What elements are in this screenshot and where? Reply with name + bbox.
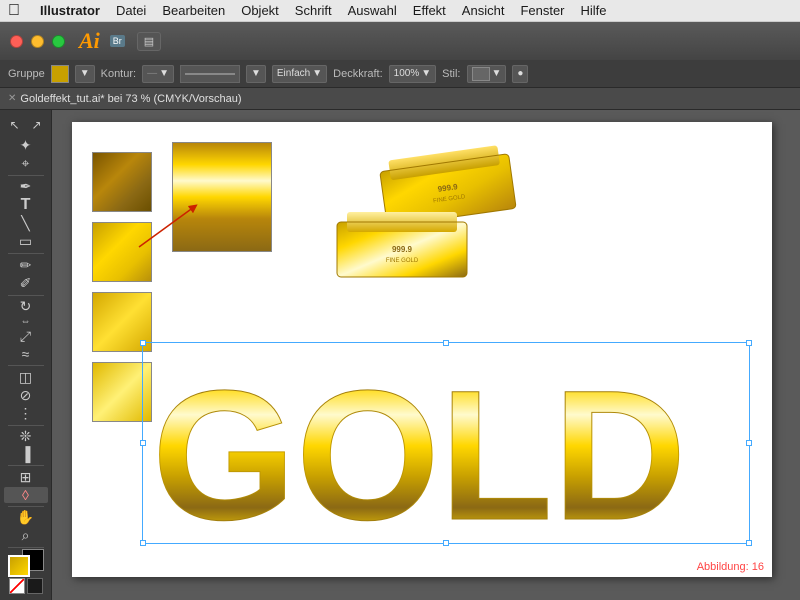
eyedropper-tool[interactable]: ⊘ [4, 387, 48, 404]
canvas-area: 999.9 FINE GOLD 999.9 FINE GOLD [52, 110, 800, 600]
main-area: ↖ ↗ ✦ ⌖ ✒ T ╲ ▭ ✏ ✐ ↻ ⇔ ⤢ ≈ ◫ ⊘ ⋮ ❊ ▐ ⊞ … [0, 110, 800, 600]
tab-close-button[interactable]: ✕ [8, 93, 16, 104]
group-label: Gruppe [8, 68, 45, 80]
no-fill-indicator[interactable] [9, 578, 25, 594]
canvas: 999.9 FINE GOLD 999.9 FINE GOLD [72, 122, 772, 577]
zoom-tool[interactable]: ⌕ [4, 527, 48, 544]
stroke-dropdown[interactable]: ▼ [246, 65, 266, 83]
menu-ansicht[interactable]: Ansicht [462, 3, 505, 18]
svg-text:FINE GOLD: FINE GOLD [386, 258, 419, 264]
direct-select-tool[interactable]: ↗ [26, 114, 47, 136]
tab-title: Goldeffekt_tut.ai* bei 73 % (CMYK/Vorsch… [20, 93, 241, 105]
stroke-preview [180, 65, 240, 83]
svg-text:999.9: 999.9 [392, 245, 413, 254]
toolbar: ↖ ↗ ✦ ⌖ ✒ T ╲ ▭ ✏ ✐ ↻ ⇔ ⤢ ≈ ◫ ⊘ ⋮ ❊ ▐ ⊞ … [0, 110, 52, 600]
graph-tool[interactable]: ▐ [4, 446, 48, 462]
menu-illustrator[interactable]: Illustrator [40, 3, 100, 18]
abbildung-caption: Abbildung: 16 [697, 561, 764, 573]
menu-schrift[interactable]: Schrift [295, 3, 332, 18]
kontur-label: Kontur: [101, 68, 136, 80]
rotate-tool[interactable]: ↻ [4, 298, 48, 315]
title-bar: Ai Br ▤ [0, 22, 800, 60]
menu-hilfe[interactable]: Hilfe [581, 3, 607, 18]
magic-wand-tool[interactable]: ✦ [4, 137, 48, 154]
line-tool[interactable]: ╲ [4, 215, 48, 232]
pencil-tool[interactable]: ✐ [4, 275, 48, 292]
window-minimize-button[interactable] [31, 35, 44, 48]
scale-tool[interactable]: ⤢ [4, 328, 48, 345]
none-indicators [9, 578, 43, 594]
menu-objekt[interactable]: Objekt [241, 3, 279, 18]
gradient-tool[interactable]: ◫ [4, 369, 48, 386]
reflect-tool[interactable]: ⇔ [4, 316, 48, 327]
blend-tool[interactable]: ⋮ [4, 405, 48, 422]
deckkraft-input[interactable]: 100%▼ [389, 65, 436, 83]
rect-tool[interactable]: ▭ [4, 233, 48, 250]
extra-dropdown[interactable]: ● [512, 65, 528, 83]
menu-auswahl[interactable]: Auswahl [348, 3, 397, 18]
stroke-style-dropdown[interactable]: Einfach▼ [272, 65, 327, 83]
apple-menu[interactable]:  [8, 2, 20, 20]
pen-tool[interactable]: ✒ [4, 178, 48, 195]
app-logo: Ai [79, 28, 100, 54]
symbol-tool[interactable]: ❊ [4, 428, 48, 445]
swatch-lightest-gold[interactable] [92, 362, 152, 422]
window-maximize-button[interactable] [52, 35, 65, 48]
tab-bar: ✕ Goldeffekt_tut.ai* bei 73 % (CMYK/Vors… [0, 88, 800, 110]
slice-tool[interactable]: ◊ [4, 487, 48, 503]
arrow-indicator [134, 192, 204, 262]
stil-label: Stil: [442, 68, 460, 80]
menu-fenster[interactable]: Fenster [520, 3, 564, 18]
options-bar: Gruppe ▼ Kontur: —▼ ▼ Einfach▼ Deckkraft… [0, 60, 800, 88]
br-badge: Br [110, 35, 125, 47]
kontur-color[interactable]: —▼ [142, 65, 174, 83]
hand-tool[interactable]: ✋ [4, 509, 48, 526]
warp-tool[interactable]: ≈ [4, 346, 48, 362]
window-close-button[interactable] [10, 35, 23, 48]
menu-datei[interactable]: Datei [116, 3, 146, 18]
gold-bars-image: 999.9 FINE GOLD 999.9 FINE GOLD [322, 132, 522, 312]
paintbrush-tool[interactable]: ✏ [4, 257, 48, 274]
fill-color[interactable] [51, 65, 69, 83]
layout-button[interactable]: ▤ [137, 32, 161, 51]
swatch-light-gold[interactable] [92, 292, 152, 352]
gold-text-svg[interactable]: GOLD [144, 344, 748, 542]
menu-effekt[interactable]: Effekt [413, 3, 446, 18]
deckkraft-label: Deckkraft: [333, 68, 383, 80]
type-tool[interactable]: T [4, 196, 48, 214]
select-tool[interactable]: ↖ [4, 114, 25, 136]
gold-bars-svg: 999.9 FINE GOLD 999.9 FINE GOLD [322, 132, 522, 312]
gold-text: GOLD [152, 353, 686, 542]
stil-dropdown[interactable]: ▼ [467, 65, 507, 83]
color-swatches [8, 555, 44, 571]
fill-dropdown[interactable]: ▼ [75, 65, 95, 83]
menu-bearbeiten[interactable]: Bearbeiten [162, 3, 225, 18]
foreground-color-swatch[interactable] [8, 555, 30, 577]
no-stroke-indicator[interactable] [27, 578, 43, 594]
menu-bar:  Illustrator Datei Bearbeiten Objekt Sc… [0, 0, 800, 22]
lasso-tool[interactable]: ⌖ [4, 155, 48, 172]
artboard-tool[interactable]: ⊞ [4, 469, 48, 486]
